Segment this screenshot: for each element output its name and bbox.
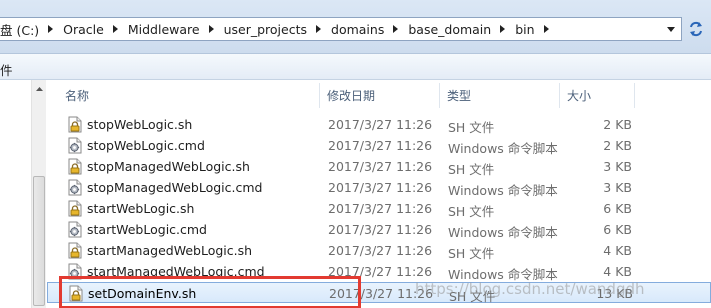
file-size: 13 KB bbox=[596, 286, 633, 301]
cmd-file-icon-graphic bbox=[68, 221, 82, 238]
navigation-scrollbar[interactable] bbox=[31, 80, 46, 308]
chevron-right-icon[interactable] bbox=[44, 18, 58, 40]
file-type: Windows 命令脚本 bbox=[448, 225, 558, 240]
file-name: startWebLogic.cmd bbox=[87, 222, 207, 237]
breadcrumb-drive[interactable]: 盘 (C:) bbox=[0, 20, 44, 39]
file-row[interactable]: startWebLogic.cmd 2017/3/27 11:26 Windows … bbox=[47, 219, 711, 240]
file-name: setDomainEnv.sh bbox=[88, 286, 197, 301]
scrollbar-thumb[interactable] bbox=[33, 176, 45, 306]
file-row[interactable]: startWebLogic.sh 2017/3/27 11:26 SH 文件 6 KB bbox=[47, 198, 711, 219]
file-size: 6 KB bbox=[603, 222, 632, 237]
file-type: Windows 命令脚本 bbox=[448, 267, 558, 282]
file-date: 2017/3/27 11:26 bbox=[328, 243, 433, 258]
file-type: SH 文件 bbox=[448, 204, 495, 219]
column-header-size[interactable]: 大小 bbox=[561, 83, 635, 108]
toolbar-item[interactable]: 件 bbox=[0, 60, 13, 79]
file-type: Windows 命令脚本 bbox=[448, 141, 558, 156]
file-size: 2 KB bbox=[603, 138, 632, 153]
column-header-date[interactable]: 修改日期 bbox=[321, 83, 440, 108]
file-date: 2017/3/27 11:26 bbox=[328, 201, 433, 216]
chevron-right-icon[interactable] bbox=[312, 18, 326, 40]
file-size: 3 KB bbox=[603, 180, 632, 195]
file-row[interactable]: stopManagedWebLogic.sh 2017/3/27 11:26 SH … bbox=[47, 156, 711, 177]
sh-file-icon-graphic bbox=[68, 158, 82, 175]
cmd-file-icon bbox=[67, 263, 83, 280]
sh-file-icon bbox=[67, 242, 83, 259]
file-name: stopWebLogic.cmd bbox=[87, 138, 205, 153]
breadcrumb-base-domain[interactable]: base_domain bbox=[403, 22, 496, 37]
file-row[interactable]: startManagedWebLogic.sh 2017/3/27 11:26 SH… bbox=[47, 240, 711, 261]
file-row[interactable]: startManagedWebLogic.cmd 2017/3/27 11:26 W… bbox=[47, 261, 711, 282]
sh-file-icon bbox=[67, 200, 83, 217]
scroll-up-icon[interactable] bbox=[32, 82, 46, 96]
chevron-down-icon[interactable] bbox=[660, 18, 681, 40]
file-date: 2017/3/27 11:26 bbox=[328, 159, 433, 174]
chevron-right-icon[interactable] bbox=[540, 18, 554, 40]
file-type: Windows 命令脚本 bbox=[448, 183, 558, 198]
breadcrumb-domains[interactable]: domains bbox=[326, 22, 389, 37]
file-type: SH 文件 bbox=[448, 162, 495, 177]
sh-file-icon-graphic bbox=[68, 200, 82, 217]
file-row-selected[interactable]: setDomainEnv.sh 2017/3/27 11:26 SH 文件 13 KB bbox=[47, 282, 711, 304]
column-header: 名称 修改日期 类型 大小 bbox=[47, 83, 711, 108]
file-size: 4 KB bbox=[603, 264, 632, 279]
sh-file-icon-graphic bbox=[68, 116, 82, 133]
file-name: stopWebLogic.sh bbox=[87, 117, 193, 132]
address-bar[interactable]: 盘 (C:) Oracle Middleware user_projects d… bbox=[0, 17, 682, 41]
file-date: 2017/3/27 11:26 bbox=[328, 180, 433, 195]
cmd-file-icon-graphic bbox=[68, 137, 82, 154]
file-date: 2017/3/27 11:26 bbox=[329, 286, 434, 301]
breadcrumb-user-projects[interactable]: user_projects bbox=[219, 22, 312, 37]
file-list: 名称 修改日期 类型 大小 stopWebLogic.sh 2017/3/27 1… bbox=[47, 80, 711, 308]
sh-file-icon bbox=[68, 285, 84, 302]
cmd-file-icon bbox=[67, 137, 83, 154]
breadcrumb-bin[interactable]: bin bbox=[510, 22, 539, 37]
file-date: 2017/3/27 11:26 bbox=[328, 264, 433, 279]
breadcrumb-middleware[interactable]: Middleware bbox=[123, 22, 205, 37]
file-name: startWebLogic.sh bbox=[87, 201, 195, 216]
chevron-right-icon[interactable] bbox=[205, 18, 219, 40]
file-name: startManagedWebLogic.sh bbox=[87, 243, 253, 258]
file-row[interactable]: stopManagedWebLogic.cmd 2017/3/27 11:26 Wi… bbox=[47, 177, 711, 198]
file-date: 2017/3/27 11:26 bbox=[328, 117, 433, 132]
file-type: SH 文件 bbox=[449, 289, 496, 304]
sh-file-icon-graphic bbox=[68, 242, 82, 259]
cmd-file-icon bbox=[67, 179, 83, 196]
file-size: 3 KB bbox=[603, 159, 632, 174]
file-size: 6 KB bbox=[603, 201, 632, 216]
refresh-icon[interactable] bbox=[684, 18, 708, 40]
sh-file-icon bbox=[67, 116, 83, 133]
file-size: 4 KB bbox=[603, 243, 632, 258]
file-type: SH 文件 bbox=[448, 120, 495, 135]
file-date: 2017/3/27 11:26 bbox=[328, 138, 433, 153]
chevron-right-icon[interactable] bbox=[389, 18, 403, 40]
column-header-name[interactable]: 名称 bbox=[59, 83, 320, 108]
cmd-file-icon-graphic bbox=[68, 263, 82, 280]
file-name: stopManagedWebLogic.sh bbox=[87, 159, 250, 174]
file-date: 2017/3/27 11:26 bbox=[328, 222, 433, 237]
cmd-file-icon bbox=[67, 221, 83, 238]
column-header-type[interactable]: 类型 bbox=[441, 83, 560, 108]
chevron-right-icon[interactable] bbox=[109, 18, 123, 40]
address-bar-area: 盘 (C:) Oracle Middleware user_projects d… bbox=[0, 0, 711, 54]
file-row[interactable]: stopWebLogic.sh 2017/3/27 11:26 SH 文件 2 KB bbox=[47, 114, 711, 135]
breadcrumb: 盘 (C:) Oracle Middleware user_projects d… bbox=[0, 18, 554, 40]
cmd-file-icon-graphic bbox=[68, 179, 82, 196]
file-type: SH 文件 bbox=[448, 246, 495, 261]
file-size: 2 KB bbox=[603, 117, 632, 132]
sh-file-icon bbox=[67, 158, 83, 175]
sh-file-icon-graphic bbox=[69, 285, 83, 302]
breadcrumb-oracle[interactable]: Oracle bbox=[58, 22, 109, 37]
file-name: stopManagedWebLogic.cmd bbox=[87, 180, 263, 195]
file-row[interactable]: stopWebLogic.cmd 2017/3/27 11:26 Windows 命… bbox=[47, 135, 711, 156]
command-toolbar: 件 bbox=[0, 54, 711, 80]
chevron-right-icon[interactable] bbox=[496, 18, 510, 40]
file-name: startManagedWebLogic.cmd bbox=[87, 264, 265, 279]
